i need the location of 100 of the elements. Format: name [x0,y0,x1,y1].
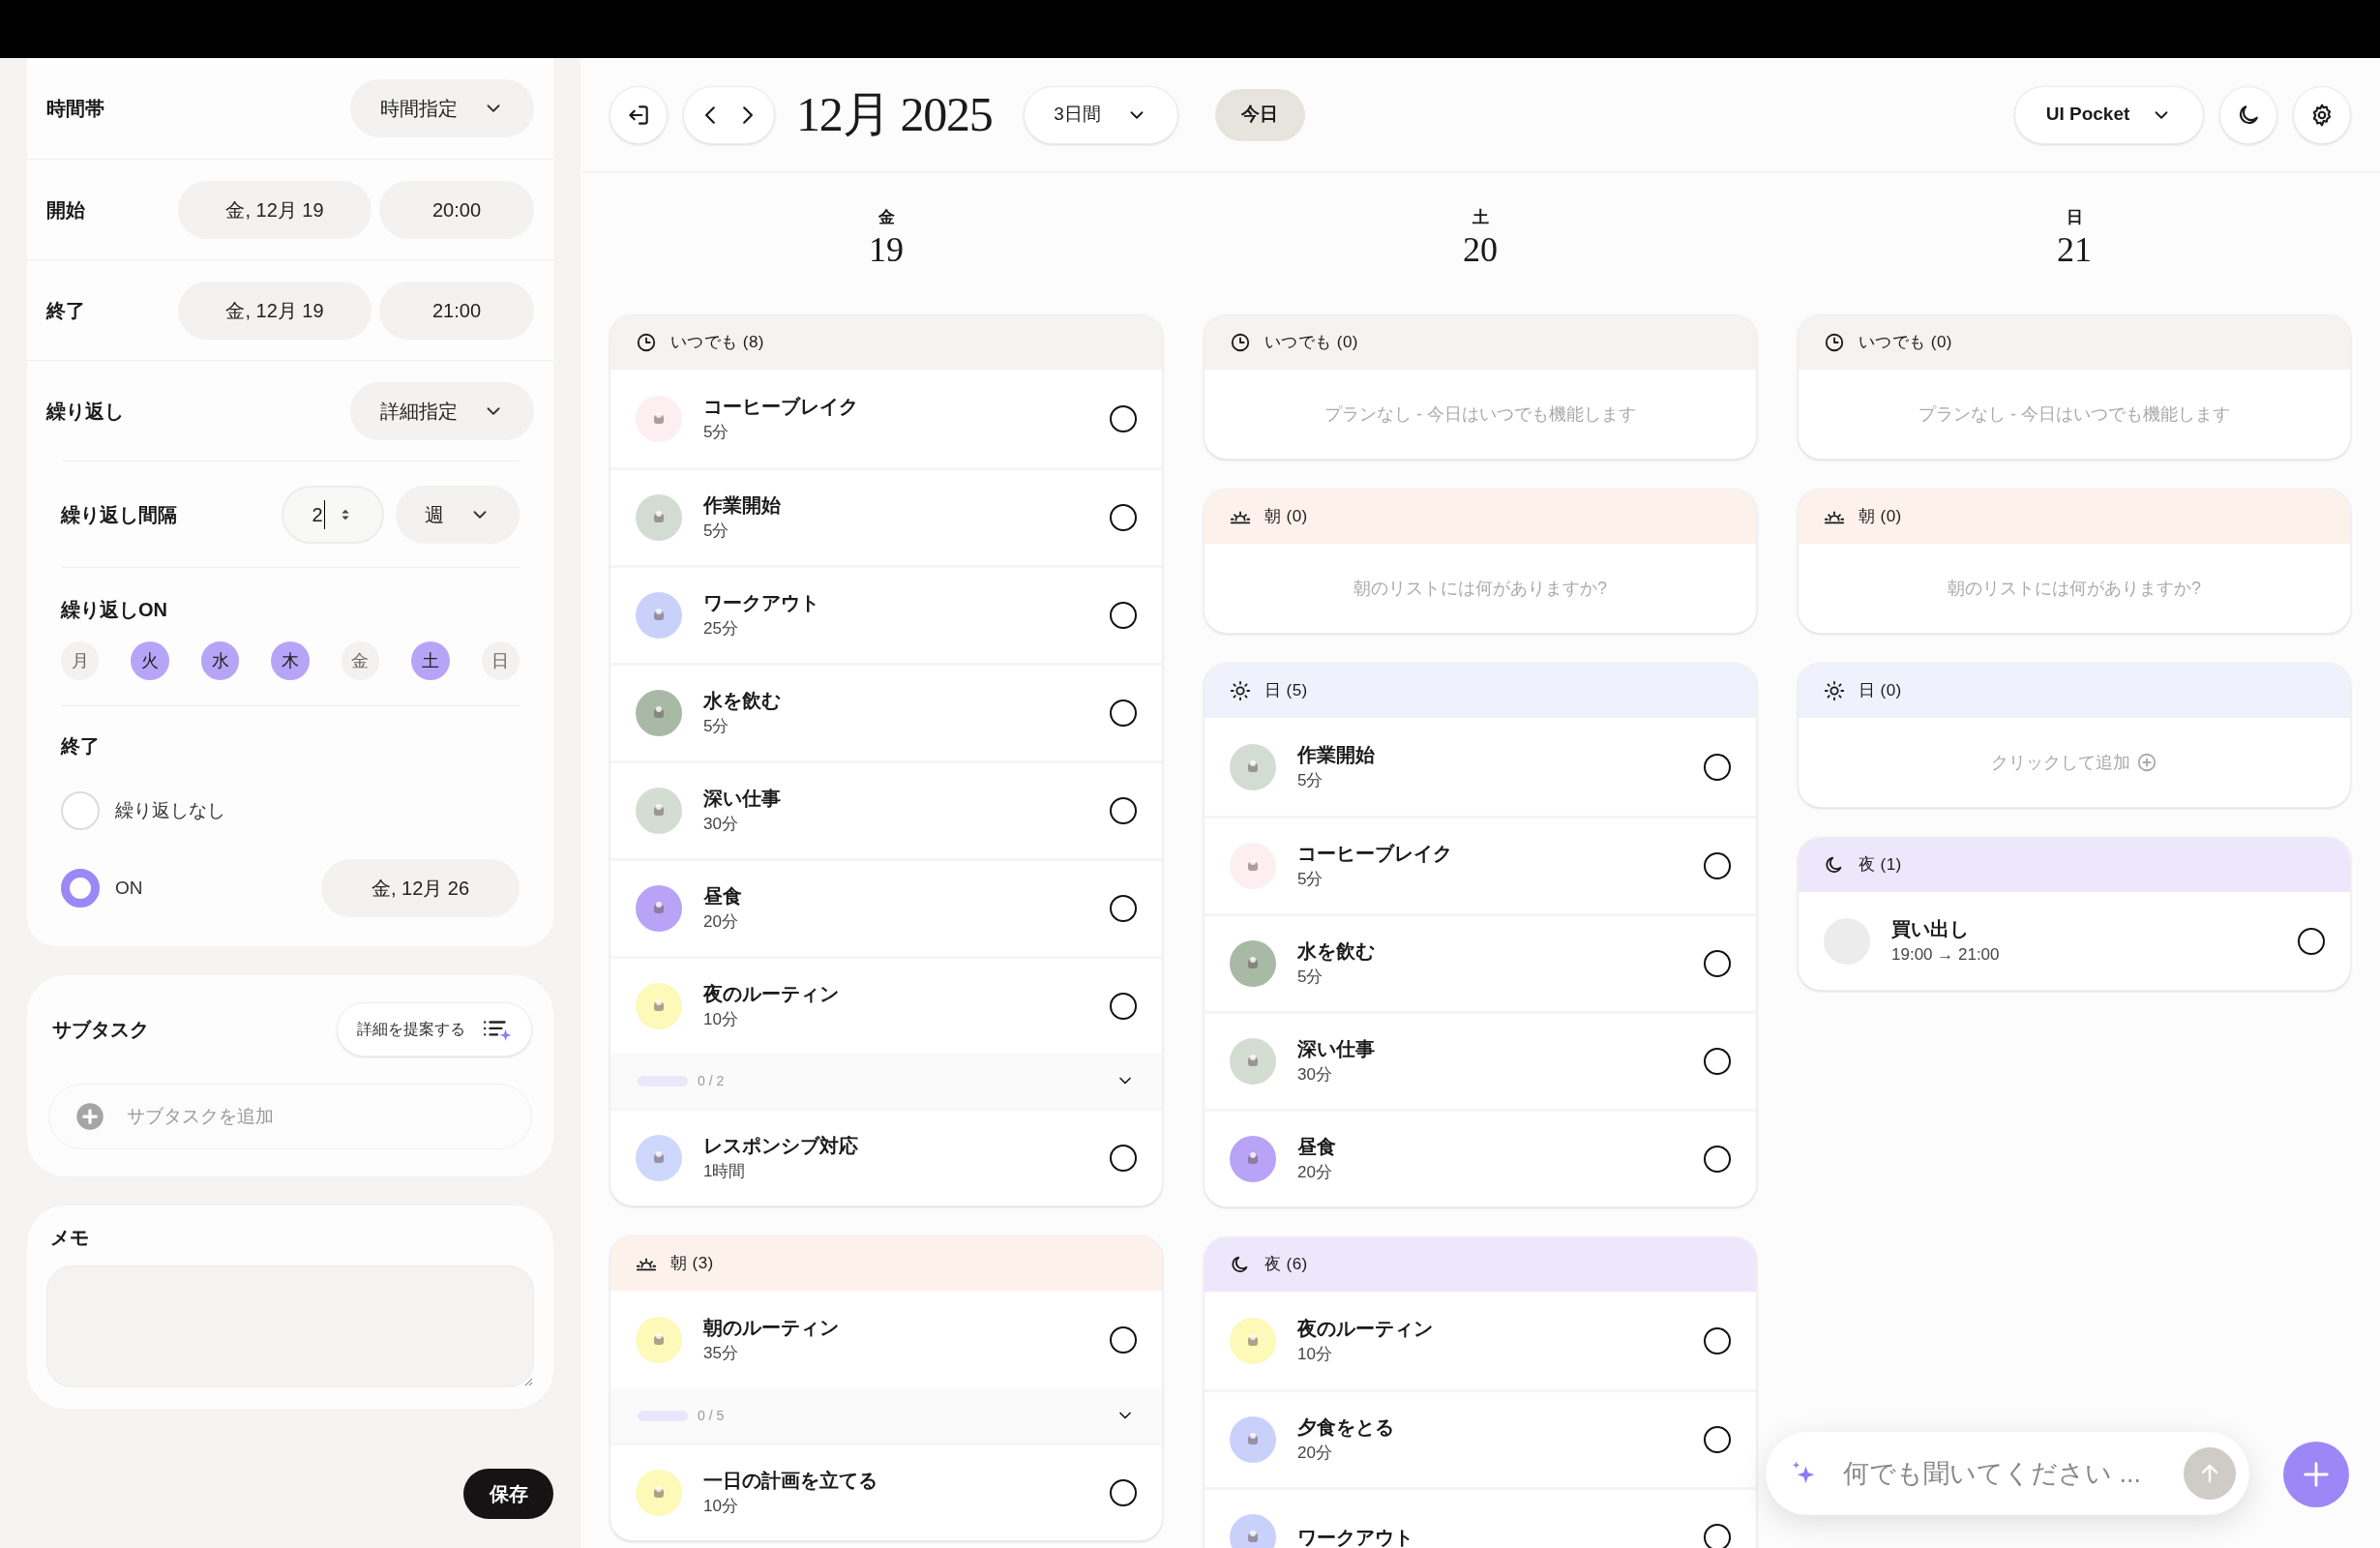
task-row[interactable]: 深い仕事 30分 [1205,1011,1756,1109]
task-row[interactable]: ワークアウト 25分 [610,565,1162,663]
section-title: 日 (0) [1859,680,1902,702]
date-picker[interactable]: 金, 12月 19 [178,281,372,340]
task-row[interactable]: レスポンシブ対応 1時間 [610,1108,1162,1206]
task-checkbox[interactable] [1704,950,1731,977]
section-title: 朝 (0) [1859,506,1902,528]
task-title: 水を飲む [703,689,782,713]
task-checkbox[interactable] [1110,993,1137,1020]
weekday-toggle[interactable]: 水 [200,641,240,680]
task-title: 作業開始 [703,493,782,518]
task-row[interactable]: 朝のルーティン 35分 [610,1291,1162,1388]
task-checkbox[interactable] [1110,504,1137,531]
weekday-toggle[interactable]: 月 [61,641,100,680]
task-checkbox[interactable] [2298,927,2325,955]
task-row[interactable]: 買い出し 19:00 → 21:00 [1799,892,2350,990]
task-checkbox[interactable] [1110,1145,1137,1172]
field-label: 開始 [46,197,85,223]
task-title: 深い仕事 [703,787,782,811]
task-row[interactable]: 昼食 20分 [610,858,1162,956]
task-row[interactable]: 水を飲む 5分 [610,663,1162,760]
task-checkbox[interactable] [1110,1325,1137,1354]
task-duration: 25分 [703,618,739,640]
section-title: 朝 (0) [1264,506,1308,528]
radio-option[interactable]: ON [61,869,143,908]
task-checkbox[interactable] [1704,753,1731,781]
task-checkbox[interactable] [1704,1326,1731,1354]
radio-option[interactable]: 繰り返しなし [61,791,225,830]
today-button[interactable]: 今日 [1214,88,1305,141]
task-row[interactable]: 夜のルーティン 10分 [1205,1292,1756,1389]
suggest-button[interactable]: 詳細を提案する [337,1002,532,1057]
date-picker[interactable]: 金, 12月 26 [321,859,520,917]
settings-button[interactable] [2293,85,2351,144]
task-checkbox[interactable] [1110,797,1137,824]
time-picker[interactable]: 20:00 [379,180,534,239]
task-checkbox[interactable] [1110,1479,1137,1506]
unit-dropdown[interactable]: 週 [396,485,520,544]
task-row[interactable]: 深い仕事 30分 [610,760,1162,858]
task-checkbox[interactable] [1704,1524,1731,1548]
number-stepper[interactable]: 2 [282,485,384,544]
weekday-toggle[interactable]: 火 [131,641,169,680]
view-dropdown[interactable]: 3日間 [1023,85,1178,144]
weekday-toggle[interactable]: 土 [411,641,450,680]
field-label: 繰り返し [46,399,124,424]
workspace-dropdown[interactable]: UI Pocket [2014,85,2204,144]
task-title: 朝のルーティン [703,1315,840,1340]
task-checkbox[interactable] [1110,404,1137,432]
ask-input-field[interactable]: 何でも聞いてください ... [1766,1432,2249,1515]
section-title: 朝 (3) [670,1253,714,1275]
select-dropdown[interactable]: 時間指定 [350,79,534,137]
empty-hint: プランなし - 今日はいつでも機能します [1919,402,2230,426]
previous-button[interactable] [704,104,716,125]
field-label: 繰り返し間隔 [61,502,177,527]
next-button[interactable] [742,104,754,125]
task-row[interactable]: 作業開始 5分 [610,467,1162,565]
task-checkbox[interactable] [1110,700,1137,727]
task-row[interactable]: コーヒーブレイク 5分 [1205,816,1756,913]
date-picker[interactable]: 金, 12月 19 [178,180,372,239]
task-checkbox[interactable] [1704,1048,1731,1075]
task-duration: 5分 [1297,967,1324,988]
task-title: レスポンシブ対応 [703,1134,859,1158]
task-row[interactable]: 作業開始 5分 [1205,718,1756,816]
task-title: 作業開始 [1297,742,1376,767]
calendar-title: 12月 2025 [796,86,993,143]
task-title: コーヒーブレイク [1297,842,1453,866]
task-row[interactable]: コーヒーブレイク 5分 [610,370,1162,467]
task-checkbox[interactable] [1110,895,1137,922]
task-checkbox[interactable] [1704,1146,1731,1173]
dark-mode-button[interactable] [2219,85,2277,144]
save-button[interactable]: 保存 [463,1469,553,1519]
section-title: 夜 (6) [1264,1254,1308,1276]
weekday-toggle[interactable]: 日 [481,641,520,680]
time-picker[interactable]: 21:00 [379,281,534,340]
task-duration: 5分 [1297,769,1324,791]
task-duration: 5分 [703,521,730,542]
empty-hint: 朝のリストには何がありますか? [1354,577,1607,600]
task-row[interactable]: 昼食 20分 [1205,1109,1756,1206]
section-title: メモ [49,1226,90,1250]
section-title: いつでも (0) [1264,332,1358,354]
task-checkbox[interactable] [1704,852,1731,879]
clock-icon [636,332,657,353]
plus-circle-icon [2136,752,2157,773]
field-label: 終了 [46,298,85,323]
task-checkbox[interactable] [1110,602,1137,629]
task-checkbox[interactable] [1704,1426,1731,1453]
weekday-toggle[interactable]: 木 [271,641,310,680]
section-title: 夜 (1) [1859,854,1902,877]
add-subtask-field[interactable]: サブタスクを追加 [48,1084,532,1149]
weekday-toggle[interactable]: 金 [341,641,380,680]
task-row[interactable]: ワークアウト [1205,1487,1756,1548]
sun-icon [1824,680,1845,701]
task-row[interactable]: 夕食をとる 20分 [1205,1389,1756,1487]
sun-icon [1230,680,1251,701]
select-dropdown[interactable]: 詳細指定 [350,381,534,440]
task-row[interactable]: 一日の計画を立てる 10分 [610,1443,1162,1540]
task-title: 深い仕事 [1297,1037,1376,1061]
day-number: 19 [869,229,904,271]
task-duration: 35分 [703,1342,739,1364]
exit-button[interactable] [610,85,668,144]
task-row[interactable]: 水を飲む 5分 [1205,913,1756,1011]
